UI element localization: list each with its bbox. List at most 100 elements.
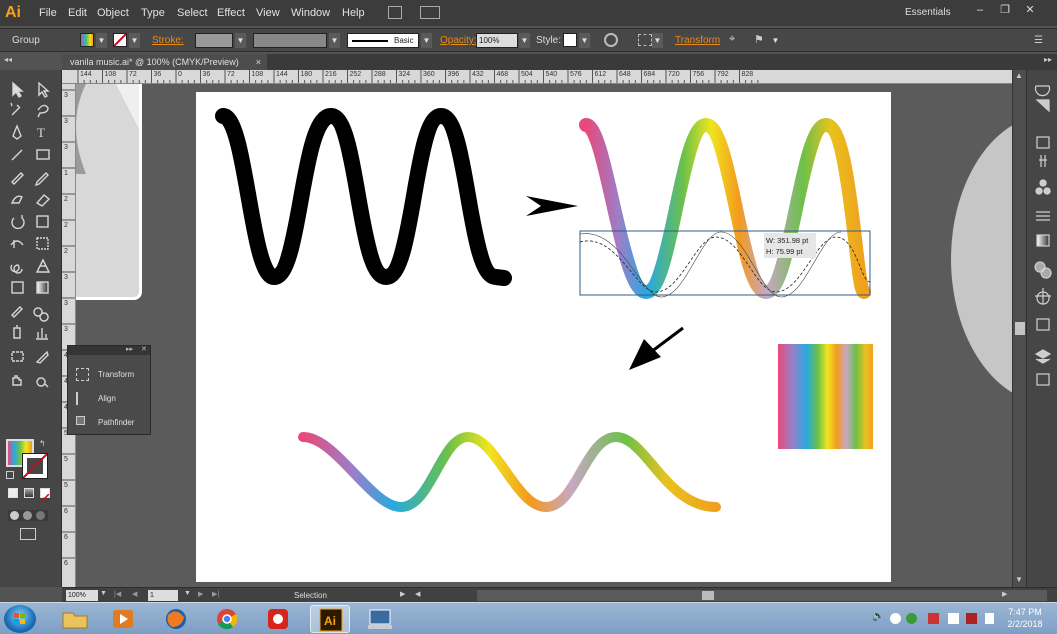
scroll-left-icon[interactable]: ◀: [415, 590, 420, 598]
variable-width-profile[interactable]: [253, 33, 327, 48]
symbols-panel-icon[interactable]: [1035, 179, 1051, 195]
fill-swatch[interactable]: [80, 33, 94, 47]
status-menu-icon[interactable]: ▶: [400, 590, 405, 598]
canvas-area[interactable]: W: 351.98 pt H: 75.99 pt: [76, 84, 1012, 587]
black-wave-path[interactable]: [215, 107, 512, 286]
transform-link[interactable]: Transform: [675, 35, 720, 46]
maximize-button[interactable]: ❐: [994, 3, 1016, 17]
bridge-icon[interactable]: [388, 6, 402, 19]
battery-tray-icon[interactable]: [966, 613, 977, 624]
last-artboard-icon[interactable]: ▶|: [212, 590, 219, 598]
opacity-dropdown-icon[interactable]: ▼: [519, 33, 530, 48]
panel-item-align[interactable]: Align: [74, 390, 148, 408]
color-guide-icon[interactable]: [1035, 99, 1050, 113]
recolor-artwork-icon[interactable]: [604, 33, 618, 47]
draw-behind-icon[interactable]: [23, 511, 32, 520]
workspace-switcher[interactable]: Essentials: [905, 7, 951, 18]
stroke-link[interactable]: Stroke:: [152, 35, 184, 46]
swap-fill-stroke-icon[interactable]: ↰: [39, 439, 46, 448]
taskbar-media-player[interactable]: [103, 605, 143, 633]
transparency-panel-icon[interactable]: [1034, 261, 1052, 279]
arrange-documents-icon[interactable]: [420, 6, 440, 19]
fill-stroke-widget[interactable]: ↰: [6, 439, 56, 483]
collapse-panels-icon[interactable]: ▸▸: [1044, 55, 1052, 64]
panel-menu-icon[interactable]: ☰: [1034, 35, 1043, 46]
lasso-tool-icon[interactable]: [37, 104, 49, 118]
artboard-tool-icon[interactable]: [11, 351, 24, 362]
scale-tool-icon[interactable]: [36, 215, 49, 228]
style-dropdown-icon[interactable]: ▼: [579, 33, 590, 48]
graphic-style-swatch[interactable]: [563, 33, 577, 47]
scroll-down-icon[interactable]: ▼: [1015, 575, 1023, 584]
panel-item-transform[interactable]: Transform: [74, 366, 148, 384]
taskbar-foxit-reader[interactable]: [258, 605, 298, 633]
vertical-scrollbar[interactable]: ▲ ▼: [1012, 70, 1026, 587]
none-mode-icon[interactable]: [40, 488, 50, 503]
default-colors-icon[interactable]: [6, 471, 14, 479]
menu-select[interactable]: Select: [177, 7, 208, 19]
flag-tray-icon[interactable]: [985, 613, 994, 624]
artboard-dropdown-icon[interactable]: ▼: [184, 590, 191, 597]
graphic-styles-panel-icon[interactable]: [1036, 318, 1050, 331]
menu-type[interactable]: Type: [141, 7, 165, 19]
panel-expand-icon[interactable]: ▸▸: [126, 345, 133, 353]
taskbar-explorer[interactable]: [55, 605, 95, 633]
isolate-group-icon[interactable]: ⌖: [729, 33, 743, 47]
first-artboard-icon[interactable]: |◀: [114, 590, 121, 598]
gradient-wave-tall-path[interactable]: [579, 117, 871, 300]
menu-object[interactable]: Object: [97, 7, 129, 19]
collapse-toolbar-icon[interactable]: ◂◂: [4, 55, 12, 64]
brush-dropdown-icon[interactable]: ▼: [421, 33, 432, 48]
profile-dropdown-icon[interactable]: ▼: [329, 33, 340, 48]
drawing-modes[interactable]: [8, 510, 48, 521]
direct-selection-tool-icon[interactable]: [38, 81, 50, 98]
zoom-dropdown-icon[interactable]: ▼: [100, 590, 107, 597]
brush-definition[interactable]: Basic: [347, 33, 419, 48]
graphic-styles-icon[interactable]: ⚑: [754, 33, 768, 47]
artboards-panel-icon[interactable]: [1036, 373, 1050, 386]
stroke-swatch[interactable]: [113, 33, 127, 47]
pencil-tool-icon[interactable]: [34, 172, 49, 187]
opacity-field[interactable]: 100%: [476, 33, 518, 48]
stroke-color-box[interactable]: [22, 453, 48, 479]
gradient-mode-icon[interactable]: [24, 488, 34, 498]
color-mode-icon[interactable]: [8, 488, 18, 498]
selection-tool-icon[interactable]: [12, 81, 24, 98]
zoom-field[interactable]: 100%: [66, 590, 98, 601]
menu-window[interactable]: Window: [291, 7, 330, 19]
status-text[interactable]: Selection: [294, 591, 327, 600]
width-tool-icon[interactable]: [10, 240, 24, 248]
gradient-swatch-square[interactable]: [778, 344, 873, 449]
swatches-panel-icon[interactable]: [1036, 136, 1050, 149]
stroke-weight-field[interactable]: [195, 33, 233, 48]
column-graph-tool-icon[interactable]: [36, 328, 48, 340]
menu-view[interactable]: View: [256, 7, 280, 19]
start-button[interactable]: [4, 605, 36, 633]
screen-mode-icon[interactable]: [20, 528, 36, 540]
layers-panel-icon[interactable]: [1034, 349, 1052, 364]
gradient-panel-icon[interactable]: [1036, 234, 1050, 247]
appearance-panel-icon[interactable]: [1035, 288, 1051, 305]
paintbrush-tool-icon[interactable]: [11, 172, 24, 185]
network-tray-icon[interactable]: [906, 613, 917, 624]
taskbar-illustrator[interactable]: Ai: [310, 605, 350, 633]
taskbar-clock[interactable]: 7:47 PM 2/2/2018: [1000, 606, 1050, 630]
stroke-panel-icon[interactable]: [1036, 211, 1050, 221]
eraser-tool-icon[interactable]: [35, 194, 51, 207]
slice-tool-icon[interactable]: [35, 350, 49, 364]
graphic-styles-dropdown-icon[interactable]: ▼: [770, 33, 781, 48]
blob-brush-tool-icon[interactable]: [10, 195, 23, 204]
taskbar-firefox[interactable]: [156, 605, 196, 633]
minimize-button[interactable]: –: [969, 3, 991, 17]
gradient-tool-icon[interactable]: [36, 281, 49, 294]
pen-tool-icon[interactable]: [12, 124, 22, 140]
close-window-button[interactable]: ✕: [1019, 3, 1041, 17]
line-tool-icon[interactable]: [11, 149, 23, 161]
scroll-right-icon[interactable]: ▶: [1002, 590, 1007, 598]
shape-builder-tool-icon[interactable]: [10, 264, 23, 274]
free-transform-tool-icon[interactable]: [36, 237, 49, 250]
next-artboard-icon[interactable]: ▶: [198, 590, 203, 598]
fill-dropdown-icon[interactable]: ▼: [96, 33, 107, 48]
artboard-number-field[interactable]: 1: [148, 590, 178, 601]
draw-normal-icon[interactable]: [10, 511, 19, 520]
